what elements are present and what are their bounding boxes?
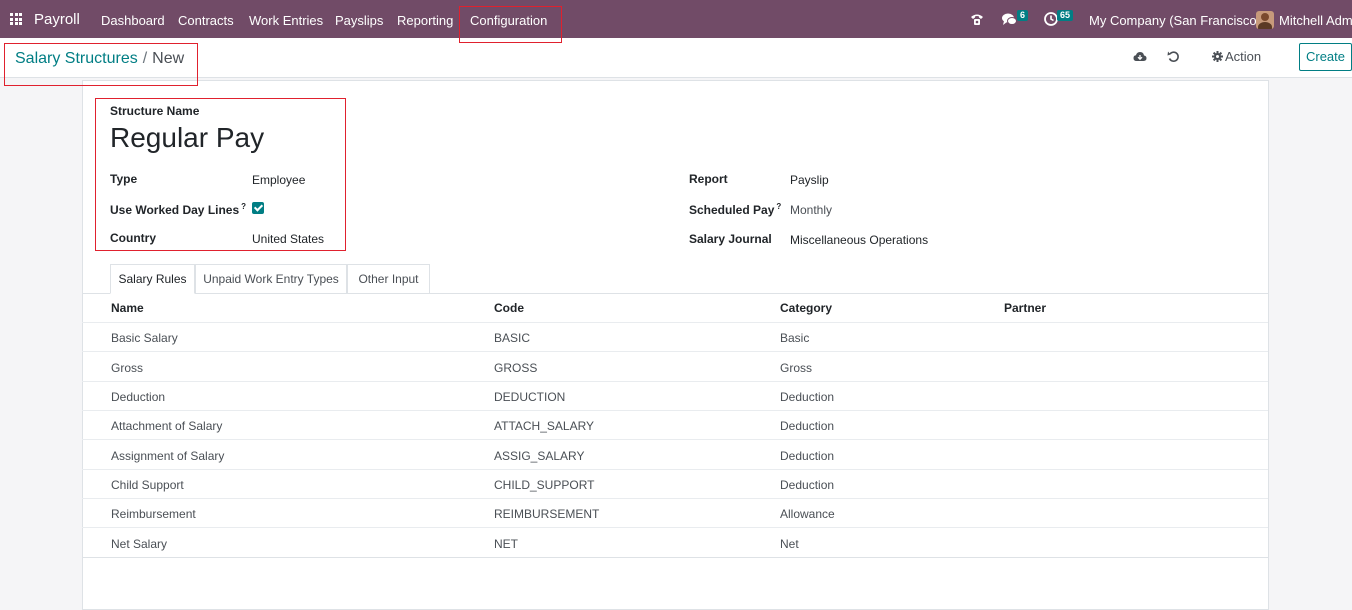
scheduled-pay-field[interactable]: Monthly [790,203,832,217]
cell-name: Deduction [111,390,166,404]
breadcrumb-separator: / [142,50,148,67]
row-divider [82,498,1268,499]
user-avatar[interactable] [1256,11,1274,29]
column-header-code[interactable]: Code [494,301,524,315]
tab-other-input[interactable]: Other Input [347,264,430,294]
messages-count-badge: 6 [1017,10,1029,21]
help-tooltip-icon[interactable]: ? [241,202,246,211]
column-header-name[interactable]: Name [111,301,144,315]
row-divider [82,469,1268,470]
gear-icon [1212,51,1223,62]
menu-dashboard[interactable]: Dashboard [101,13,165,28]
row-divider [82,527,1268,528]
breadcrumb-salary-structures[interactable]: Salary Structures [15,50,138,67]
top-navbar: Payroll Dashboard Contracts Work Entries… [0,0,1352,38]
cell-name: Reimbursement [111,507,196,521]
cell-category: Deduction [780,390,835,404]
cell-code: DEDUCTION [494,390,566,404]
messages-icon[interactable] [1002,13,1017,26]
row-divider [82,439,1268,440]
control-panel: Salary Structures / New Action [0,38,1352,78]
cell-name: Basic Salary [111,331,178,345]
activity-clock-icon[interactable] [1044,12,1058,26]
table-header-divider [82,322,1268,323]
report-label: Report [689,172,728,186]
save-cloud-icon[interactable] [1133,51,1147,63]
use-worked-day-lines-checkbox[interactable] [252,202,264,214]
cell-category: Allowance [780,507,835,521]
cell-category: Deduction [780,419,835,433]
company-switcher[interactable]: My Company (San Francisco) [1089,13,1261,28]
form-sheet [82,80,1269,610]
cell-category: Deduction [780,478,835,492]
type-field[interactable]: Employee [252,173,305,187]
tabs-divider [82,293,1268,294]
cell-category: Deduction [780,449,835,463]
cell-name: Net Salary [111,537,168,551]
tab-salary-rules[interactable]: Salary Rules [110,264,195,294]
cell-category: Gross [780,361,813,375]
cell-name: Assignment of Salary [111,449,225,463]
menu-contracts[interactable]: Contracts [178,13,234,28]
cell-name: Attachment of Salary [111,419,223,433]
salary-journal-field[interactable]: Miscellaneous Operations [790,233,928,247]
cell-code: ASSIG_SALARY [494,449,585,463]
activities-count-badge: 65 [1057,10,1074,21]
type-label: Type [110,172,138,186]
action-menu-button[interactable]: Action [1212,49,1261,64]
discard-undo-icon[interactable] [1167,50,1180,63]
cell-code: NET [494,537,518,551]
row-divider [82,351,1268,352]
cell-category: Net [780,537,799,551]
menu-work-entries[interactable]: Work Entries [249,13,323,28]
cell-name: Gross [111,361,144,375]
cell-category: Basic [780,331,810,345]
breadcrumb-current: New [152,50,185,67]
column-header-partner[interactable]: Partner [1004,301,1046,315]
help-tooltip-icon[interactable]: ? [776,202,781,211]
salary-journal-label: Salary Journal [689,232,772,246]
column-header-category[interactable]: Category [780,301,832,315]
cell-code: CHILD_SUPPORT [494,478,595,492]
cell-code: GROSS [494,361,538,375]
table-bottom-border [82,557,1268,558]
use-worked-day-lines-label: Use Worked Day Lines? [110,202,247,217]
country-label: Country [110,231,156,245]
cell-name: Child Support [111,478,184,492]
scheduled-pay-label: Scheduled Pay? [689,202,782,217]
create-button[interactable]: Create [1299,43,1352,71]
apps-menu-icon[interactable] [10,13,22,25]
menu-payslips[interactable]: Payslips [335,13,383,28]
phone-icon[interactable] [970,12,984,26]
cell-code: BASIC [494,331,531,345]
breadcrumb: Salary Structures / New [15,50,184,68]
country-field[interactable]: United States [252,232,324,246]
user-menu[interactable]: Mitchell Admin [1279,13,1352,28]
tab-unpaid-work-entry-types[interactable]: Unpaid Work Entry Types [195,264,347,294]
menu-configuration[interactable]: Configuration [470,13,547,28]
structure-name-input[interactable]: Regular Pay [110,122,264,154]
structure-name-label: Structure Name [110,104,200,118]
action-label: Action [1225,49,1262,64]
row-divider [82,381,1268,382]
report-field[interactable]: Payslip [790,173,829,187]
row-divider [82,410,1268,411]
app-name[interactable]: Payroll [34,11,80,28]
cell-code: ATTACH_SALARY [494,419,595,433]
cell-code: REIMBURSEMENT [494,507,600,521]
menu-reporting[interactable]: Reporting [397,13,453,28]
